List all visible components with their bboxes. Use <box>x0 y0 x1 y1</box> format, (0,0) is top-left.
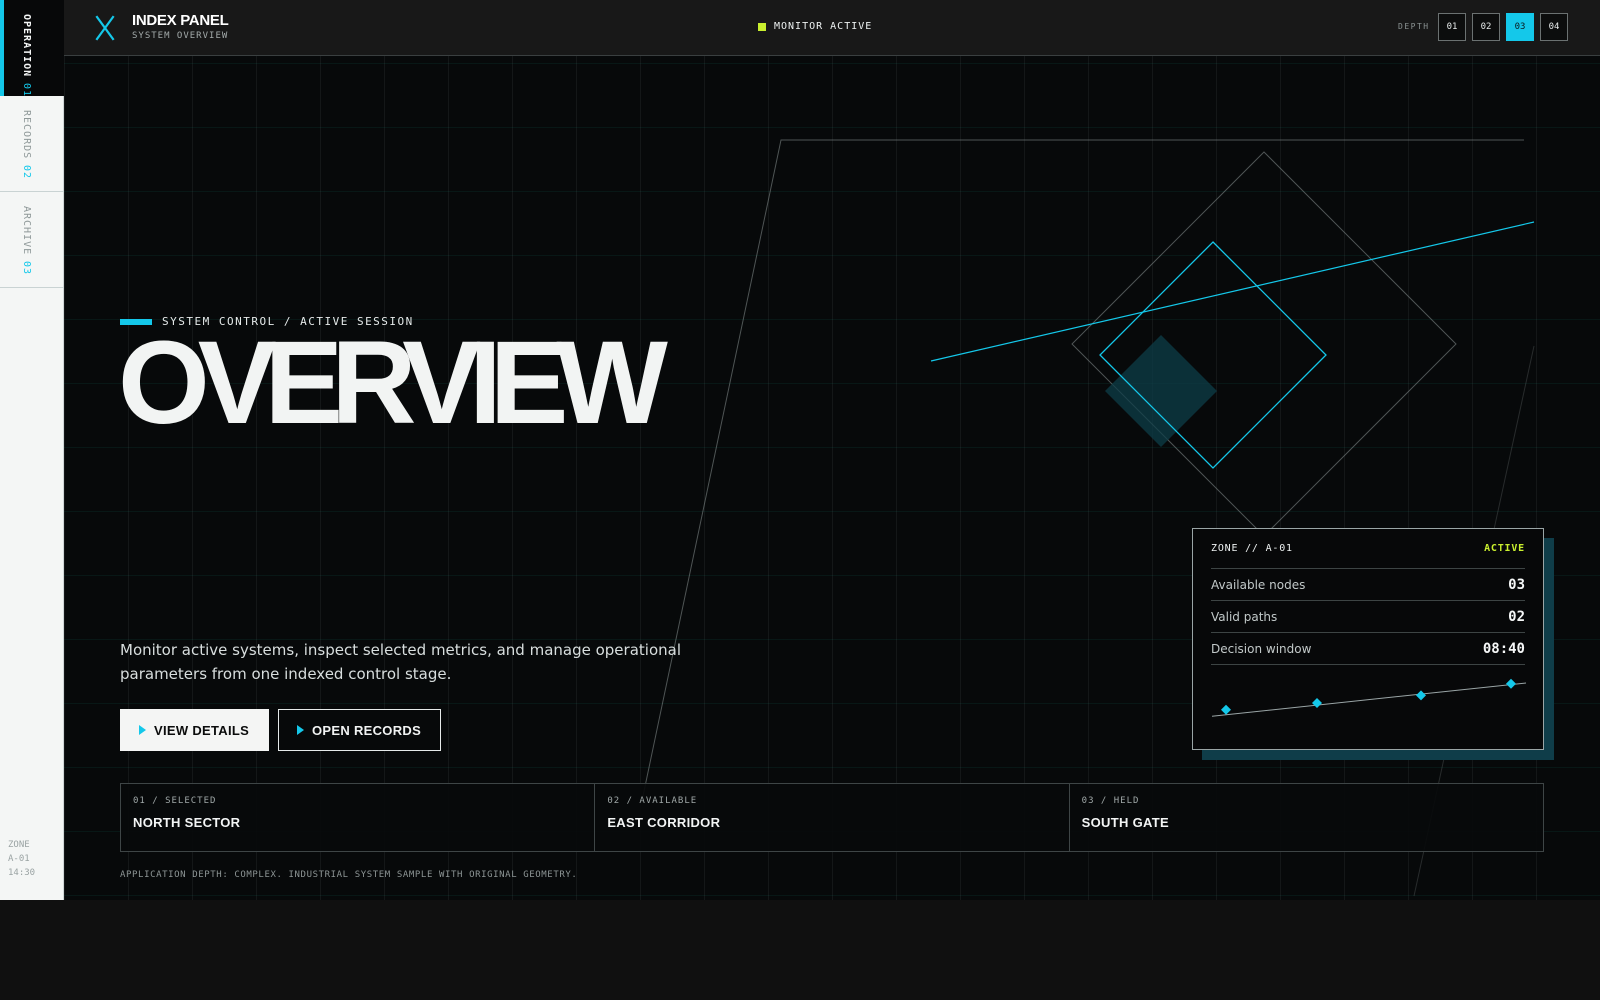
sidebar-time: 14:30 <box>8 868 36 878</box>
sidebar-item-archive[interactable]: ARCHIVE 03 <box>0 192 64 288</box>
sector-east[interactable]: 02 / AVAILABLE EAST CORRIDOR <box>595 784 1070 851</box>
brand-subtitle: SYSTEM OVERVIEW <box>132 31 229 41</box>
zone-id: ZONE // A-01 <box>1211 543 1293 554</box>
sparkline-point <box>1506 678 1516 689</box>
control-stage: SYSTEM CONTROL / ACTIVE SESSION OVERVIEW… <box>64 56 1600 900</box>
metric-value: 08:40 <box>1482 640 1525 657</box>
sidebar-zone-label: ZONE <box>8 840 30 850</box>
sidebar-item-label-group: RECORDS 02 <box>21 110 32 180</box>
status-text: MONITOR ACTIVE <box>774 21 873 32</box>
metric-value: 02 <box>1508 608 1525 625</box>
depth-button-02[interactable]: 02 <box>1472 13 1500 41</box>
topbar: INDEX PANEL SYSTEM OVERVIEW MONITOR ACTI… <box>64 0 1600 56</box>
sparkline-point <box>1416 690 1426 701</box>
metric-label: Available nodes <box>1211 577 1306 592</box>
status-dot-icon <box>758 22 766 31</box>
sidebar-item-number: 02 <box>21 165 32 180</box>
depth-button-03[interactable]: 03 <box>1506 13 1534 41</box>
metric-row-available-nodes: Available nodes 03 <box>1211 569 1525 601</box>
sidebar: OPERATION 01 RECORDS 02 ARCHIVE 03 ZONE … <box>0 0 64 900</box>
hero-description: Monitor active systems, inspect selected… <box>120 641 681 683</box>
open-records-label: OPEN RECORDS <box>312 722 422 738</box>
sidebar-item-number: 03 <box>21 261 32 276</box>
metric-value: 03 <box>1508 576 1525 593</box>
brand-title: INDEX PANEL <box>132 12 229 29</box>
sidebar-item-operation[interactable]: OPERATION 01 <box>0 0 64 97</box>
sidebar-zone-info: ZONE A-01 14:30 <box>8 838 35 880</box>
sidebar-item-label: OPERATION <box>21 14 32 78</box>
metric-row-decision-window: Decision window 08:40 <box>1211 633 1525 665</box>
sparkline-trend-line <box>1211 682 1527 717</box>
depth-button-04[interactable]: 04 <box>1540 13 1568 41</box>
depth-button-01[interactable]: 01 <box>1438 13 1466 41</box>
open-records-button[interactable]: OPEN RECORDS <box>278 709 441 751</box>
footnote: APPLICATION DEPTH: COMPLEX. INDUSTRIAL S… <box>120 870 578 880</box>
sidebar-item-label-group: ARCHIVE 03 <box>21 206 32 276</box>
stage-geometry <box>642 139 1535 897</box>
x-logo-icon[interactable] <box>94 14 116 42</box>
view-details-label: VIEW DETAILS <box>154 722 250 738</box>
metric-label: Valid paths <box>1211 609 1278 624</box>
sector-tag: 02 / AVAILABLE <box>607 796 698 806</box>
sidebar-item-label-group: OPERATION 01 <box>21 14 32 97</box>
metric-label: Decision window <box>1211 641 1312 656</box>
zone-card: ZONE // A-01 ACTIVE Available nodes 03 V… <box>1192 528 1544 750</box>
depth-label: DEPTH <box>1398 22 1430 31</box>
sidebar-zone-id: A-01 <box>8 854 30 864</box>
sector-north[interactable]: 01 / SELECTED NORTH SECTOR <box>121 784 596 851</box>
accent-diamond-shape <box>1099 241 1327 469</box>
sector-tag: 03 / HELD <box>1081 796 1140 806</box>
page-title: OVERVIEW <box>118 317 668 449</box>
outer-diamond-shape <box>1071 151 1457 537</box>
zone-sparkline <box>1211 678 1527 717</box>
sidebar-item-records[interactable]: RECORDS 02 <box>0 96 64 192</box>
zone-status-badge: ACTIVE <box>1484 543 1525 554</box>
sparkline-point <box>1312 698 1322 708</box>
sector-tag: 01 / SELECTED <box>133 796 217 806</box>
sector-name: NORTH SECTOR <box>133 815 241 830</box>
zone-card-header: ZONE // A-01 ACTIVE <box>1211 529 1525 569</box>
view-details-button[interactable]: VIEW DETAILS <box>120 709 269 751</box>
monitor-status: MONITOR ACTIVE <box>758 21 872 32</box>
play-triangle-icon <box>139 725 146 735</box>
sparkline-point <box>1221 704 1231 715</box>
sidebar-item-label: RECORDS <box>21 110 32 160</box>
play-triangle-icon <box>297 725 304 735</box>
sector-name: SOUTH GATE <box>1081 815 1169 830</box>
sector-south[interactable]: 03 / HELD SOUTH GATE <box>1070 784 1543 851</box>
accent-diagonal-line <box>930 221 1535 362</box>
metric-row-valid-paths: Valid paths 02 <box>1211 601 1525 633</box>
sector-strip: 01 / SELECTED NORTH SECTOR 02 / AVAILABL… <box>120 783 1544 852</box>
sidebar-item-label: ARCHIVE <box>21 206 32 256</box>
filled-diamond-shape <box>1105 335 1217 447</box>
depth-selector: 01 02 03 04 <box>1438 13 1568 41</box>
sector-name: EAST CORRIDOR <box>607 815 721 830</box>
